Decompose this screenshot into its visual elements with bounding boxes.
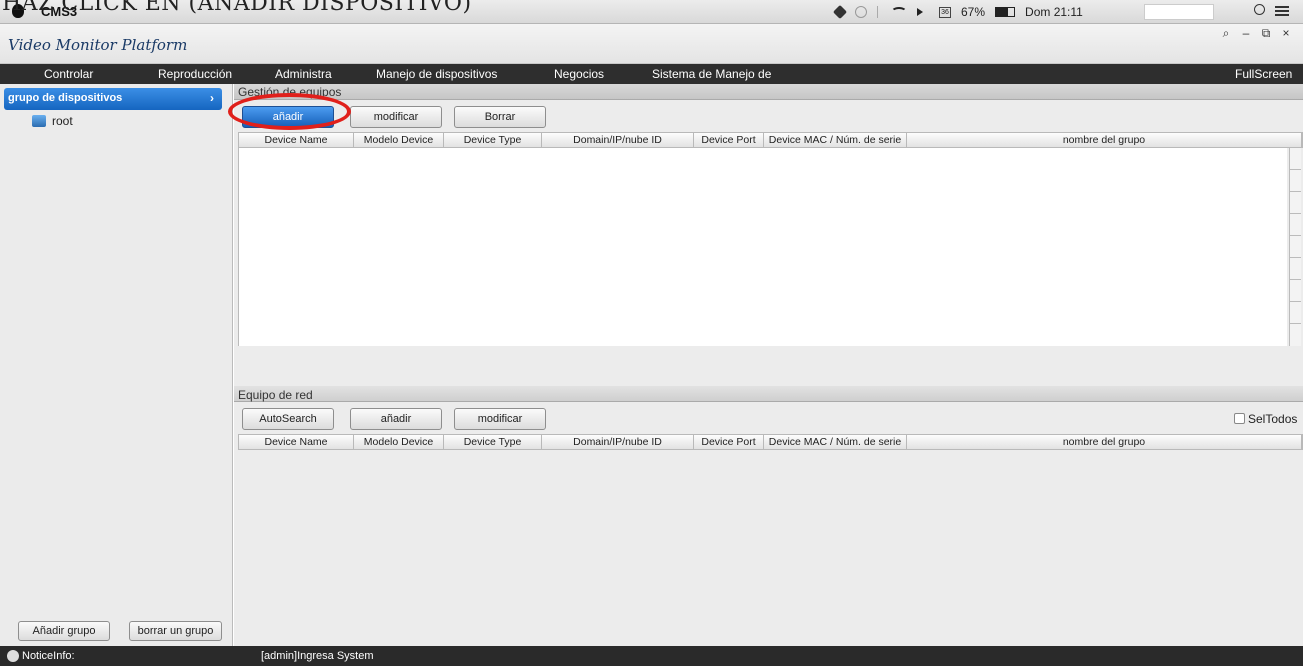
network-group-icon [32, 115, 46, 127]
status-bar: NoticeInfo: [admin]Ingresa System [0, 646, 1303, 666]
main-panel: Gestión de equipos añadir modificar Borr… [234, 84, 1303, 646]
select-all-label: SelTodos [1248, 412, 1298, 426]
add-network-device-button[interactable]: añadir [350, 408, 442, 430]
col-modelo[interactable]: Modelo Device [354, 133, 444, 147]
volume-icon[interactable] [917, 8, 929, 16]
restore-icon[interactable]: ⧉ [1257, 26, 1275, 42]
col-mac[interactable]: Device MAC / Núm. de serie [764, 133, 907, 147]
bluetooth-icon[interactable] [877, 6, 881, 18]
col-device-port[interactable]: Device Port [694, 133, 764, 147]
highlight-circle [228, 93, 351, 130]
time-machine-icon[interactable] [855, 6, 867, 18]
instruction-caption: HAZ CLICK EN (AÑADIR DISPOSITIVO) [2, 0, 472, 16]
network-table-header: Device Name Modelo Device Device Type Do… [238, 434, 1303, 450]
status-message: [admin]Ingresa System [261, 650, 374, 662]
device-group-sidebar: grupo de dispositivos › root Añadir grup… [0, 84, 233, 646]
col-device-name[interactable]: Device Name [239, 133, 354, 147]
fullscreen-button[interactable]: FullScreen [1235, 67, 1292, 81]
close-icon[interactable]: × [1277, 26, 1295, 42]
menubar-search-field[interactable] [1144, 4, 1214, 20]
autosearch-button[interactable]: AutoSearch [242, 408, 334, 430]
main-menu: Controlar Reproducción Administra Manejo… [0, 64, 1303, 84]
battery-icon[interactable] [995, 7, 1016, 17]
sidebar-header-label: grupo de dispositivos [8, 92, 123, 104]
menu-administra[interactable]: Administra [275, 67, 332, 81]
red-section-bar [234, 386, 1303, 402]
col-modelo[interactable]: Modelo Device [354, 435, 444, 449]
device-table-scrollbar[interactable] [1289, 148, 1301, 346]
wifi-icon[interactable] [891, 7, 907, 17]
battery-percent: 67% [961, 5, 986, 19]
delete-group-button[interactable]: borrar un grupo [129, 621, 222, 641]
spotlight-search-icon[interactable] [1254, 4, 1265, 15]
modify-network-device-button[interactable]: modificar [454, 408, 546, 430]
menu-manejo-dispositivos[interactable]: Manejo de dispositivos [376, 67, 497, 81]
col-device-type[interactable]: Device Type [444, 133, 542, 147]
device-table-body[interactable] [238, 148, 1287, 346]
red-section-title: Equipo de red [238, 388, 313, 402]
menu-negocios[interactable]: Negocios [554, 67, 604, 81]
modify-device-button[interactable]: modificar [350, 106, 442, 128]
sidebar-header[interactable]: grupo de dispositivos › [4, 88, 222, 110]
col-device-port[interactable]: Device Port [694, 435, 764, 449]
status-icons: 36 67% Dom 21:11 [832, 4, 1083, 20]
col-group[interactable]: nombre del grupo [907, 435, 1302, 449]
col-domain[interactable]: Domain/IP/nube ID [542, 435, 694, 449]
menubar-clock[interactable]: Dom 21:11 [1025, 5, 1083, 19]
app-title-bar: Video Monitor Platform ⌕ – ⧉ × [0, 24, 1303, 64]
menu-reproduccion[interactable]: Reproducción [158, 67, 232, 81]
col-group[interactable]: nombre del grupo [907, 133, 1302, 147]
device-table-header: Device Name Modelo Device Device Type Do… [238, 132, 1303, 148]
tree-node-label: root [52, 114, 73, 128]
col-device-type[interactable]: Device Type [444, 435, 542, 449]
shield-icon [7, 650, 19, 662]
notice-label: NoticeInfo: [22, 650, 75, 662]
delete-device-button[interactable]: Borrar [454, 106, 546, 128]
menu-controlar[interactable]: Controlar [44, 67, 93, 81]
select-all-checkbox[interactable] [1234, 413, 1245, 424]
app-logo: Video Monitor Platform [8, 36, 188, 54]
chevron-right-icon[interactable]: › [210, 91, 214, 105]
col-domain[interactable]: Domain/IP/nube ID [542, 133, 694, 147]
minimize-icon[interactable]: – [1237, 26, 1255, 42]
col-device-name[interactable]: Device Name [239, 435, 354, 449]
calendar-icon[interactable]: 36 [939, 6, 951, 18]
menu-sistema-manejo[interactable]: Sistema de Manejo de [652, 67, 771, 81]
tree-node-root[interactable]: root [32, 114, 73, 128]
window-controls: ⌕ – ⧉ × [1217, 26, 1295, 42]
col-mac[interactable]: Device MAC / Núm. de serie [764, 435, 907, 449]
key-icon[interactable]: ⌕ [1217, 26, 1235, 42]
gestion-section-bar [234, 84, 1303, 100]
add-group-button[interactable]: Añadir grupo [18, 621, 110, 641]
notification-list-icon[interactable] [1275, 6, 1289, 16]
dropbox-icon[interactable] [832, 4, 848, 20]
